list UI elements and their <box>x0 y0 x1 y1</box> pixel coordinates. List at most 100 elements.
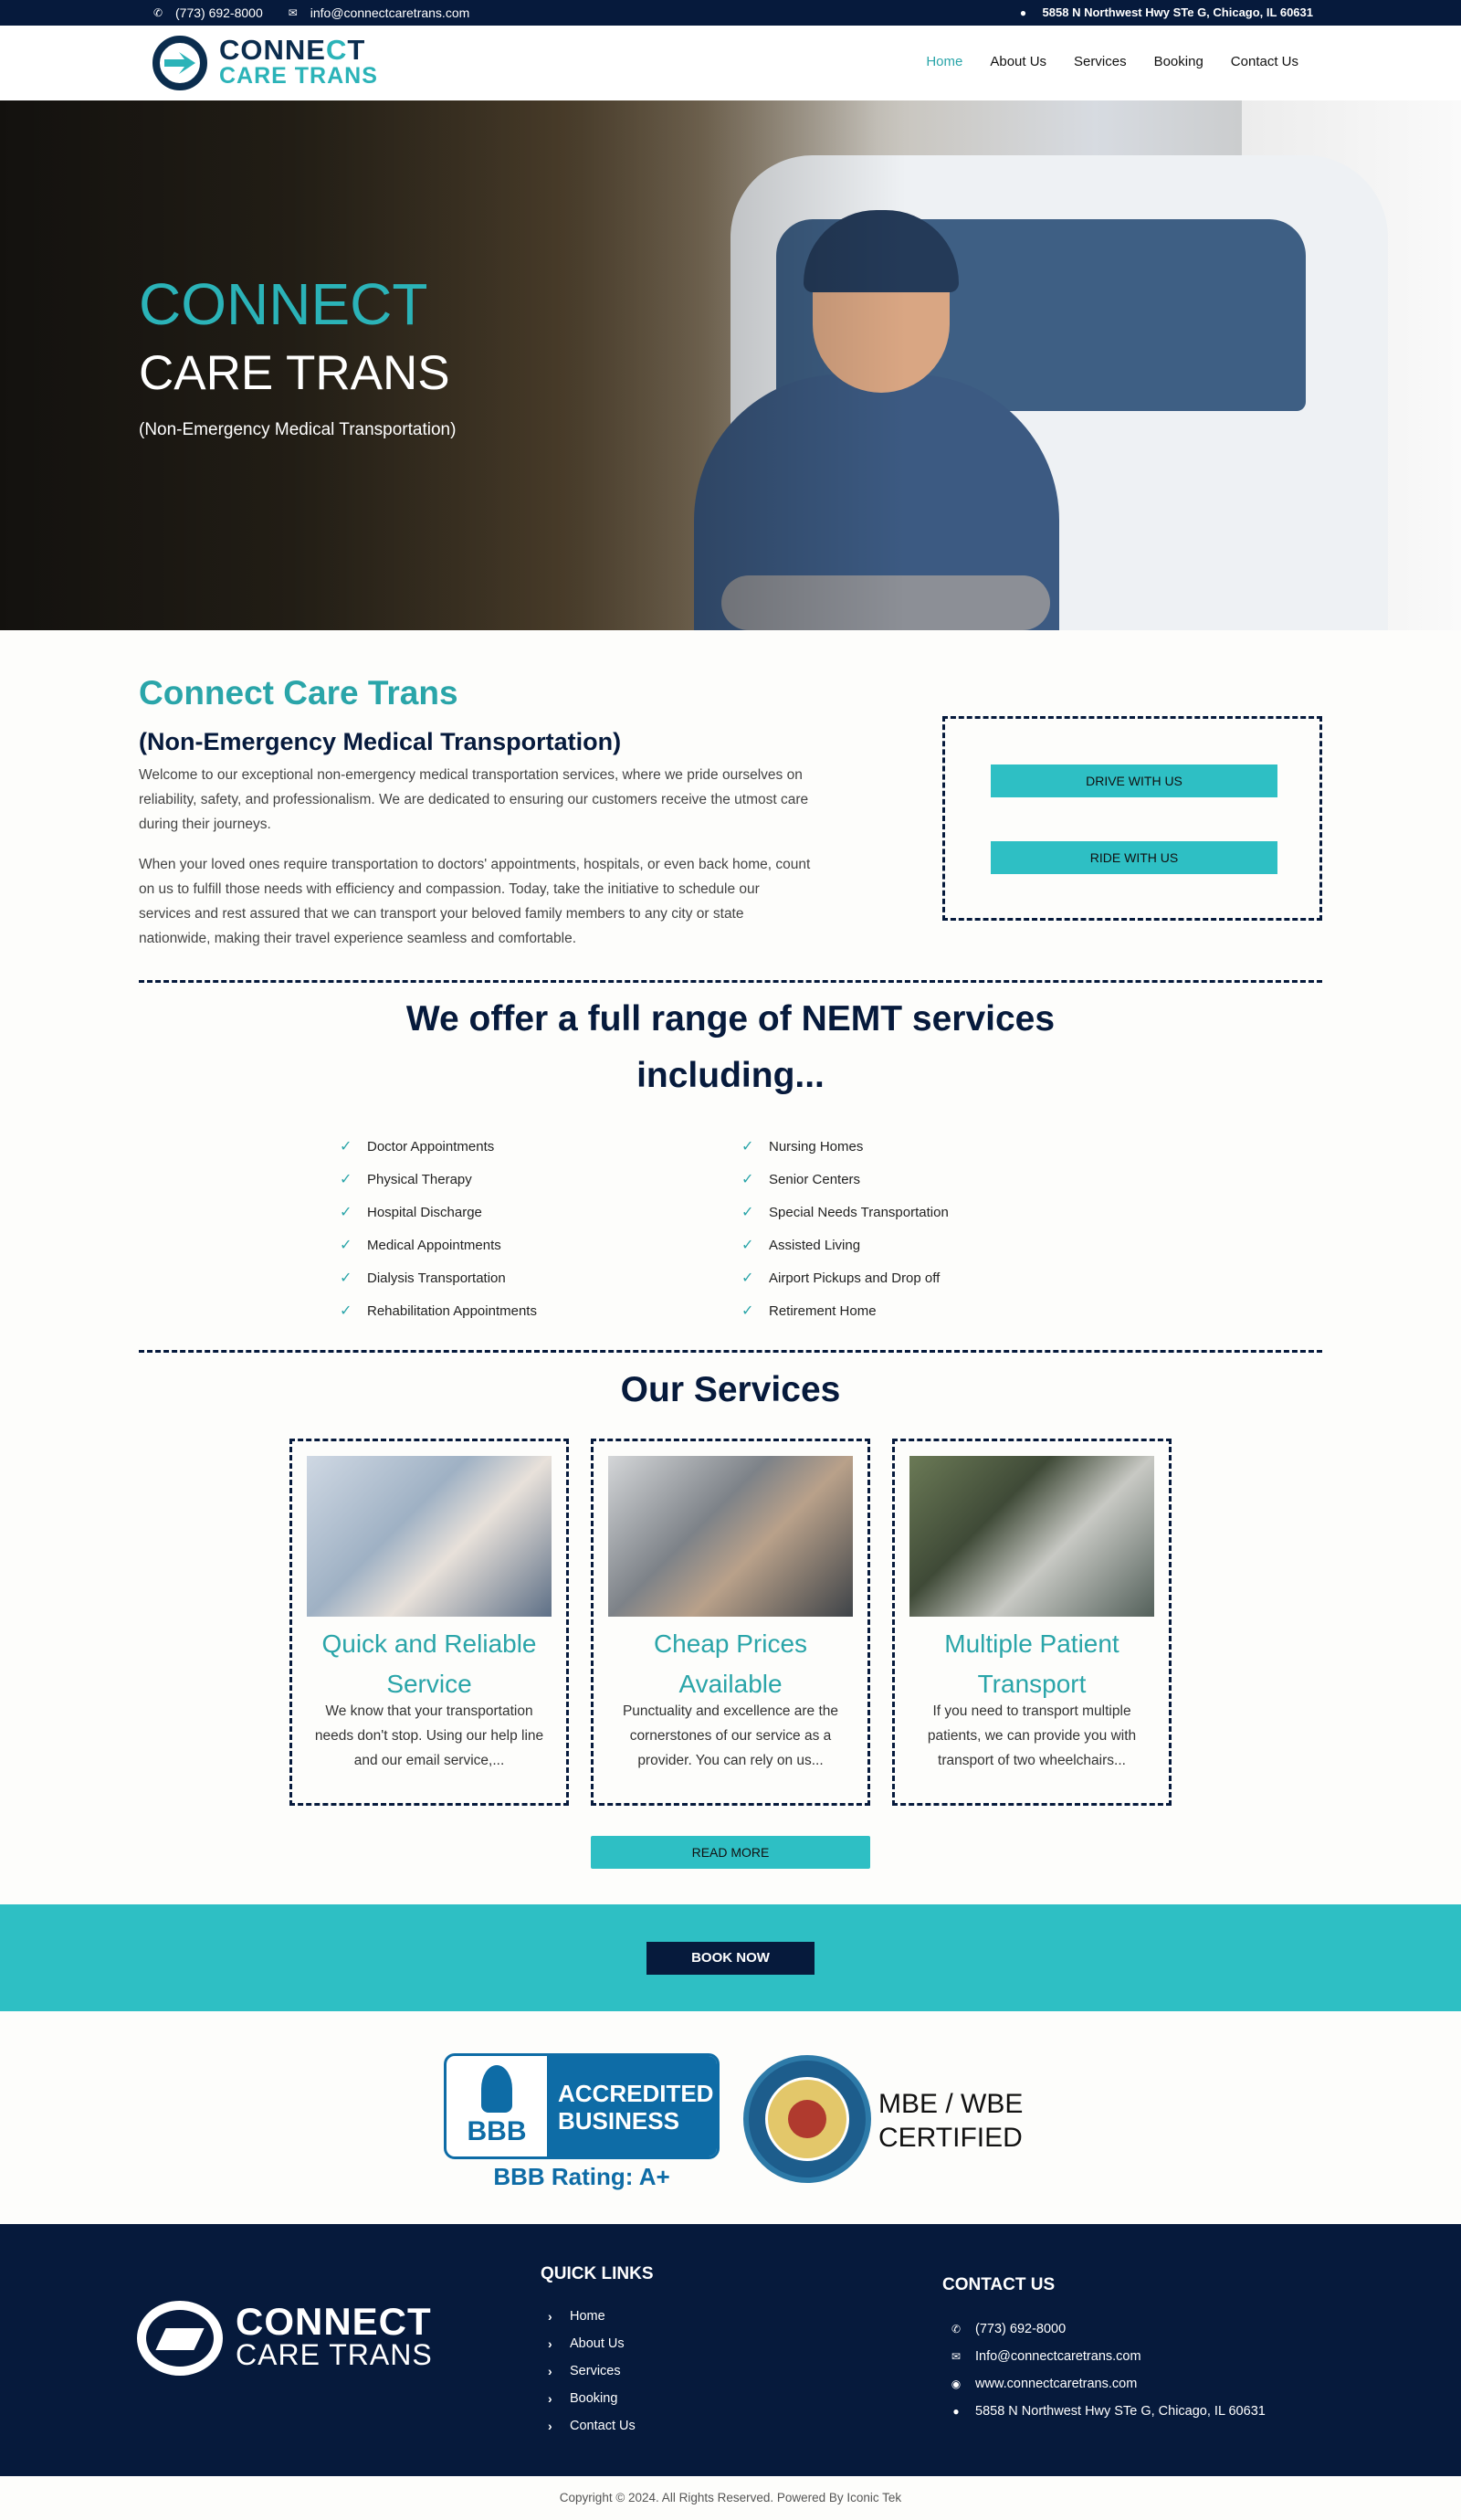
service-card-image <box>307 1456 552 1617</box>
hero-subtitle: (Non-Emergency Medical Transportation) <box>139 420 457 439</box>
logo-mark-icon <box>152 36 207 90</box>
check-icon: ✓ <box>340 1238 352 1253</box>
chevron-right-icon: › <box>548 2309 552 2324</box>
phone-icon: ✆ <box>152 6 163 19</box>
check-icon: ✓ <box>741 1303 754 1319</box>
quick-links-list: › Home › About Us › Services › Booking › Cont… <box>548 2303 636 2440</box>
nav-services[interactable]: Services <box>1074 54 1127 69</box>
quick-links-title: QUICK LINKS <box>541 2264 654 2283</box>
footer-contact-email[interactable]: ✉ Info@connectcaretrans.com <box>950 2343 1266 2370</box>
nav-about-us[interactable]: About Us <box>990 54 1046 69</box>
bbb-logo-text: BBB <box>467 2116 527 2146</box>
check-icon: ✓ <box>340 1139 352 1155</box>
chevron-right-icon: › <box>548 2364 552 2378</box>
footer-link-contact-us[interactable]: › Contact Us <box>548 2412 636 2440</box>
service-card-multiple-patient[interactable]: Multiple Patient Transport If you need t… <box>892 1439 1172 1806</box>
nav-booking[interactable]: Booking <box>1154 54 1203 69</box>
logo-text-t: T <box>347 34 366 66</box>
footer-contact-phone[interactable]: ✆ (773) 692-8000 <box>950 2315 1266 2343</box>
service-card-image <box>608 1456 853 1617</box>
footer-link-about-us[interactable]: › About Us <box>548 2330 636 2357</box>
list-item: ✓ Airport Pickups and Drop off <box>741 1261 949 1294</box>
list-item-label: Retirement Home <box>769 1302 877 1319</box>
check-icon: ✓ <box>741 1238 754 1253</box>
intro-paragraph-1: Welcome to our exceptional non-emergency… <box>139 767 809 832</box>
footer-link-label: Home <box>570 2309 605 2324</box>
topbar-email[interactable]: ✉ info@connectcaretrans.com <box>287 5 470 20</box>
bbb-rating: BBB Rating: A+ <box>493 2163 670 2190</box>
contact-us-title: CONTACT US <box>942 2275 1056 2294</box>
chevron-right-icon: › <box>548 2419 552 2433</box>
main-nav: Home About Us Services Booking Contact U… <box>926 54 1298 69</box>
service-card-quick-reliable[interactable]: Quick and Reliable Service We know that … <box>289 1439 569 1806</box>
topbar-address-text: 5858 N Northwest Hwy STe G, Chicago, IL … <box>1042 5 1313 19</box>
nemt-services-list-left: ✓ Doctor Appointments ✓ Physical Therapy ✓… <box>340 1130 537 1327</box>
cta-box: DRIVE WITH US RIDE WITH US <box>942 716 1322 921</box>
list-item: ✓ Assisted Living <box>741 1228 949 1261</box>
list-item: ✓ Physical Therapy <box>340 1163 537 1196</box>
list-item: ✓ Hospital Discharge <box>340 1196 537 1228</box>
mbe-wbe-certified: MBE / WBE CERTIFIED <box>878 2087 1023 2155</box>
footer-contact-address: ● 5858 N Northwest Hwy STe G, Chicago, IL… <box>950 2398 1266 2425</box>
footer-link-label: About Us <box>570 2336 625 2351</box>
envelope-icon: ✉ <box>951 2350 962 2363</box>
map-marker-icon: ● <box>1019 5 1027 19</box>
ride-with-us-button[interactable]: RIDE WITH US <box>991 841 1277 874</box>
list-item-label: Physical Therapy <box>367 1171 472 1187</box>
drive-with-us-button[interactable]: DRIVE WITH US <box>991 764 1277 797</box>
footer-contact-website-text: www.connectcaretrans.com <box>975 2377 1138 2391</box>
list-item-label: Special Needs Transportation <box>769 1204 949 1220</box>
footer-link-home[interactable]: › Home <box>548 2303 636 2330</box>
read-more-button[interactable]: READ MORE <box>591 1836 870 1869</box>
list-item-label: Dialysis Transportation <box>367 1270 506 1286</box>
nav-home[interactable]: Home <box>926 54 962 69</box>
list-item-label: Nursing Homes <box>769 1138 864 1155</box>
hero-title-care-trans: CARE TRANS <box>139 346 450 400</box>
site-header: CONNECT CARE TRANS Home About Us Service… <box>0 26 1461 100</box>
footer-link-booking[interactable]: › Booking <box>548 2385 636 2412</box>
bbb-business-text: BUSINESS <box>558 2107 679 2135</box>
service-card-cheap-prices[interactable]: Cheap Prices Available Punctuality and e… <box>591 1439 870 1806</box>
check-icon: ✓ <box>340 1271 352 1286</box>
intro-heading: Connect Care Trans <box>139 674 458 712</box>
bbb-accredited-badge: BBB ACCREDITED BUSINESS BBB Rating: A+ <box>444 2053 720 2192</box>
topbar-address: ● 5858 N Northwest Hwy STe G, Chicago, I… <box>1017 5 1313 19</box>
check-icon: ✓ <box>741 1139 754 1155</box>
globe-icon: ◉ <box>951 2378 962 2390</box>
footer-link-services[interactable]: › Services <box>548 2357 636 2385</box>
check-icon: ✓ <box>741 1172 754 1187</box>
offer-title: We offer a full range of NEMT services i… <box>405 999 1056 1095</box>
check-icon: ✓ <box>340 1303 352 1319</box>
topbar-phone[interactable]: ✆ (773) 692-8000 <box>152 5 263 20</box>
contact-list: ✆ (773) 692-8000 ✉ Info@connectcaretrans.c… <box>950 2315 1266 2425</box>
footer-logo[interactable]: CONNECT CARE TRANS <box>137 2301 433 2376</box>
logo-text-c: C <box>325 34 348 66</box>
list-item: ✓ Medical Appointments <box>340 1228 537 1261</box>
list-item: ✓ Retirement Home <box>741 1294 949 1327</box>
book-now-button[interactable]: BOOK NOW <box>646 1942 815 1975</box>
list-item-label: Senior Centers <box>769 1171 861 1187</box>
map-marker-icon: ● <box>952 2405 960 2418</box>
list-item-label: Medical Appointments <box>367 1237 501 1253</box>
check-icon: ✓ <box>340 1205 352 1220</box>
copyright-text: Copyright © 2024. All Rights Reserved. P… <box>0 2476 1461 2520</box>
footer-contact-website[interactable]: ◉ www.connectcaretrans.com <box>950 2370 1266 2398</box>
check-icon: ✓ <box>741 1205 754 1220</box>
footer-logo-mark-icon <box>137 2301 223 2376</box>
footer-contact-address-text: 5858 N Northwest Hwy STe G, Chicago, IL … <box>975 2404 1266 2419</box>
footer-link-label: Contact Us <box>570 2419 636 2433</box>
mbe-wbe-text: MBE / WBE <box>878 2089 1024 2119</box>
site-logo[interactable]: CONNECT CARE TRANS <box>148 35 378 91</box>
check-icon: ✓ <box>340 1172 352 1187</box>
intro-subheading: (Non-Emergency Medical Transportation) <box>139 728 622 755</box>
list-item-label: Doctor Appointments <box>367 1138 495 1155</box>
logo-text-line2: CARE TRANS <box>219 63 378 89</box>
list-item: ✓ Dialysis Transportation <box>340 1261 537 1294</box>
top-bar: ✆ (773) 692-8000 ✉ info@connectcaretrans… <box>0 0 1461 26</box>
hero-text: CONNECT CARE TRANS (Non-Emergency Medica… <box>139 265 456 440</box>
list-item: ✓ Special Needs Transportation <box>741 1196 949 1228</box>
nav-contact-us[interactable]: Contact Us <box>1231 54 1298 69</box>
bbb-torch-icon: BBB <box>465 2065 529 2153</box>
our-services-title: Our Services <box>620 1370 841 1409</box>
list-item: ✓ Senior Centers <box>741 1163 949 1196</box>
